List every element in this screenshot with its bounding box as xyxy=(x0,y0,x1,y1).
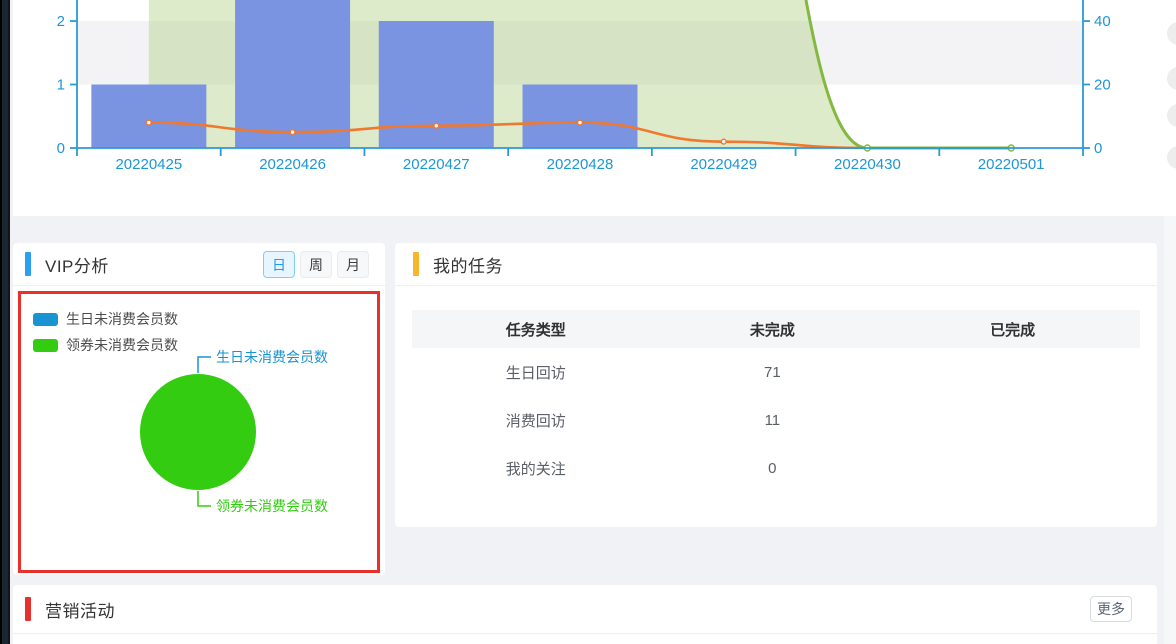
data-point xyxy=(145,119,152,126)
axis-label: 20220425 xyxy=(115,156,182,173)
axis-label: 40 xyxy=(1094,13,1111,30)
bar xyxy=(235,0,351,148)
axis-label: 20220430 xyxy=(834,156,901,173)
section-accent-icon xyxy=(25,597,31,621)
table-row: 消费回访 11 xyxy=(412,396,1140,444)
data-point xyxy=(289,129,296,136)
marketing-card: 营销活动 更多 xyxy=(13,585,1157,644)
axis-label: 0 xyxy=(57,140,65,157)
pie-callout-label: 生日未消费会员数 xyxy=(216,349,328,365)
trend-chart-card: 0 1 2 0 20 40 20220425 20220426 20220427 20220428… xyxy=(13,0,1176,216)
table-cell: 生日回访 xyxy=(505,364,566,382)
axis-label: 20220426 xyxy=(259,156,326,173)
axis-label: 2 xyxy=(57,13,65,30)
bar xyxy=(522,84,638,148)
section-title: 营销活动 xyxy=(45,601,115,621)
table-cell: 我的关注 xyxy=(505,460,566,478)
axis-label: 20 xyxy=(1094,77,1111,94)
trend-chart[interactable]: 0120204020220425 20220426 20220427 20220428… xyxy=(13,0,1176,216)
section-title: 我的任务 xyxy=(433,256,503,276)
table-cell: 0 xyxy=(768,459,777,477)
axis-label: 20220427 xyxy=(403,156,470,173)
table-cell: 消费回访 xyxy=(505,412,566,430)
pie-callout-label: 领券未消费会员数 xyxy=(216,498,328,514)
more-button[interactable]: 更多 xyxy=(1090,596,1132,622)
axis-label: 1 xyxy=(57,77,65,94)
axis-label: 20220501 xyxy=(978,156,1045,173)
data-point xyxy=(576,119,584,126)
data-point xyxy=(720,138,727,145)
callout-line xyxy=(197,491,211,507)
my-tasks-card: 我的任务 任务类型 未完成 已完成生日回访 71 消费回访 11 我的关注 0 xyxy=(395,243,1157,527)
table-row: 生日回访 71 xyxy=(412,348,1140,396)
column-header: 已完成 xyxy=(990,321,1036,339)
callout-line xyxy=(197,356,211,373)
sidebar-edge xyxy=(0,0,10,644)
vip-pie-chart[interactable]: 生日未消费会员数领券未消费会员数 xyxy=(13,243,385,575)
column-header: 未完成 xyxy=(749,321,795,339)
table-cell: 11 xyxy=(764,411,781,429)
bar xyxy=(91,84,207,148)
tasks-title-row: 我的任务 xyxy=(395,243,1157,286)
table-header-row: 任务类型 未完成 已完成 xyxy=(412,310,1140,348)
table-row: 我的关注 0 xyxy=(412,444,1140,492)
tasks-table: 任务类型 未完成 已完成生日回访 71 消费回访 11 我的关注 0 xyxy=(412,310,1140,492)
section-accent-icon xyxy=(413,252,419,276)
axis-label: 20220428 xyxy=(547,156,614,173)
pie-slice xyxy=(140,374,256,490)
axis-label: 20220429 xyxy=(690,156,757,173)
table-cell: 71 xyxy=(764,363,781,381)
scrollbar-track[interactable] xyxy=(1164,216,1176,644)
data-point xyxy=(433,122,440,129)
vip-analysis-card: VIP分析 日周月 生日未消费会员数 领券未消费会员数 生日未消费会员数 领券未消费… xyxy=(13,243,385,575)
marketing-title-row: 营销活动 更多 xyxy=(13,585,1157,634)
axis-label: 0 xyxy=(1094,140,1102,157)
column-header: 任务类型 xyxy=(505,321,566,339)
